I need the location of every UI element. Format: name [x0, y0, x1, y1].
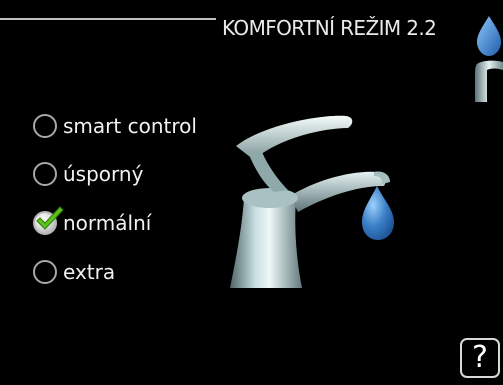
- radio-icon[interactable]: [33, 162, 57, 186]
- option-label: smart control: [63, 114, 197, 138]
- help-label: ?: [472, 340, 488, 375]
- faucet-illustration: [230, 115, 394, 288]
- green-check-icon: [36, 206, 64, 230]
- radio-checked-icon[interactable]: [33, 206, 64, 235]
- option-normalni[interactable]: normální: [33, 203, 243, 243]
- radio-icon[interactable]: [33, 260, 57, 284]
- comfort-mode-options: smart control úsporný normální extra: [33, 106, 243, 306]
- option-label: normální: [63, 211, 152, 235]
- water-drop-faucet-icon: [475, 16, 503, 102]
- option-extra[interactable]: extra: [33, 252, 243, 292]
- option-label: úsporný: [63, 162, 144, 186]
- header-rule: [0, 18, 216, 20]
- option-smart-control[interactable]: smart control: [33, 106, 243, 146]
- help-button[interactable]: ?: [460, 338, 500, 378]
- page-title: KOMFORTNÍ REŽIM 2.2: [222, 16, 437, 40]
- radio-icon[interactable]: [33, 114, 57, 138]
- option-label: extra: [63, 260, 116, 284]
- option-usporny[interactable]: úsporný: [33, 154, 243, 194]
